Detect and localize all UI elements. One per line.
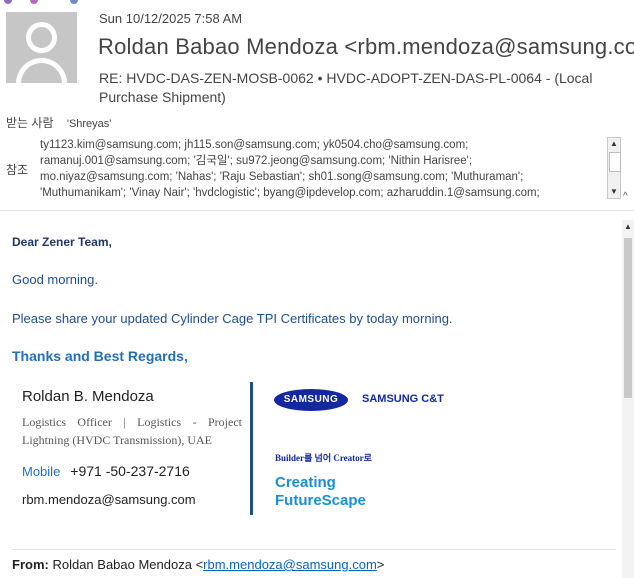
company-name: SAMSUNG C&T [362,393,444,405]
to-recipient[interactable]: 'Shreyas' [67,118,112,130]
cc-line[interactable]: ramanuj.001@samsung.com; '김국일'; su972.je… [40,153,600,169]
signature-divider [250,382,253,515]
request-line: Please share your updated Cylinder Cage … [12,311,453,326]
signature-name: Roldan B. Mendoza [22,388,154,405]
to-label: 받는 사람 [6,116,54,130]
cc-scrollbar[interactable]: ▲ ▼ [607,137,621,199]
from-name: Roldan Babao Mendoza < [52,557,204,572]
signature-mobile: Mobile +971 -50-237-2716 [22,463,190,479]
greeting: Dear Zener Team, [12,235,112,249]
builder-slogan: Builder를 넘어 Creator로 [275,453,372,463]
scroll-up-arrow-icon[interactable]: ▲ [608,138,620,150]
creating-slogan: Creating [275,474,336,491]
to-row: 받는 사람 'Shreyas' [6,114,111,131]
sender-name[interactable]: Roldan Babao Mendoza <rbm.mendoza@samsun… [98,34,634,60]
cc-line[interactable]: 'Muthumanikam'; 'Vinay Nair'; 'hvdclogis… [40,185,600,201]
mobile-label: Mobile [22,464,61,479]
category-icon [30,0,38,4]
clipped-header-strip [0,0,110,6]
mobile-number: +971 -50-237-2716 [70,463,190,479]
good-morning-line: Good morning. [12,272,98,287]
header-divider [0,210,634,211]
avatar-body-icon [16,58,67,83]
futurescape-slogan: FutureScape [275,492,366,509]
collapse-header-chevron-icon[interactable]: ^ [623,191,628,202]
flag-icon [4,0,12,4]
email-subject: RE: HVDC-DAS-ZEN-MOSB-0062 • HVDC-ADOPT-… [99,70,593,105]
cc-line[interactable]: mo.niyaz@samsung.com; 'Nahas'; 'Raju Seb… [40,169,600,185]
from-email-link[interactable]: rbm.mendoza@samsung.com [203,557,377,572]
avatar-head-icon [26,22,57,53]
scroll-thumb[interactable] [609,152,621,172]
attachment-icon [70,0,78,4]
sender-avatar[interactable] [6,12,77,83]
samsung-logo: SAMSUNG [274,389,348,411]
scroll-thumb[interactable] [624,238,632,398]
sent-date: Sun 10/12/2025 7:58 AM [99,11,243,26]
cc-recipients[interactable]: ty1123.kim@samsung.com; jh115.son@samsun… [40,137,600,201]
signature-title: Logistics Officer | Logistics - Project … [22,415,242,447]
from-close: > [376,557,385,572]
message-scrollbar[interactable]: ▲ [622,220,634,578]
cc-label: 참조 [6,163,29,177]
cc-line[interactable]: ty1123.kim@samsung.com; jh115.son@samsun… [40,137,600,153]
closing-line: Thanks and Best Regards, [12,348,188,364]
scroll-up-arrow-icon[interactable]: ▲ [622,220,634,234]
signature-email: rbm.mendoza@samsung.com [22,492,196,507]
from-label: From: [12,557,49,572]
quoted-divider [12,549,616,550]
scroll-down-arrow-icon[interactable]: ▼ [608,186,620,198]
quoted-from-line: From: Roldan Babao Mendoza <rbm.mendoza@… [12,557,384,572]
